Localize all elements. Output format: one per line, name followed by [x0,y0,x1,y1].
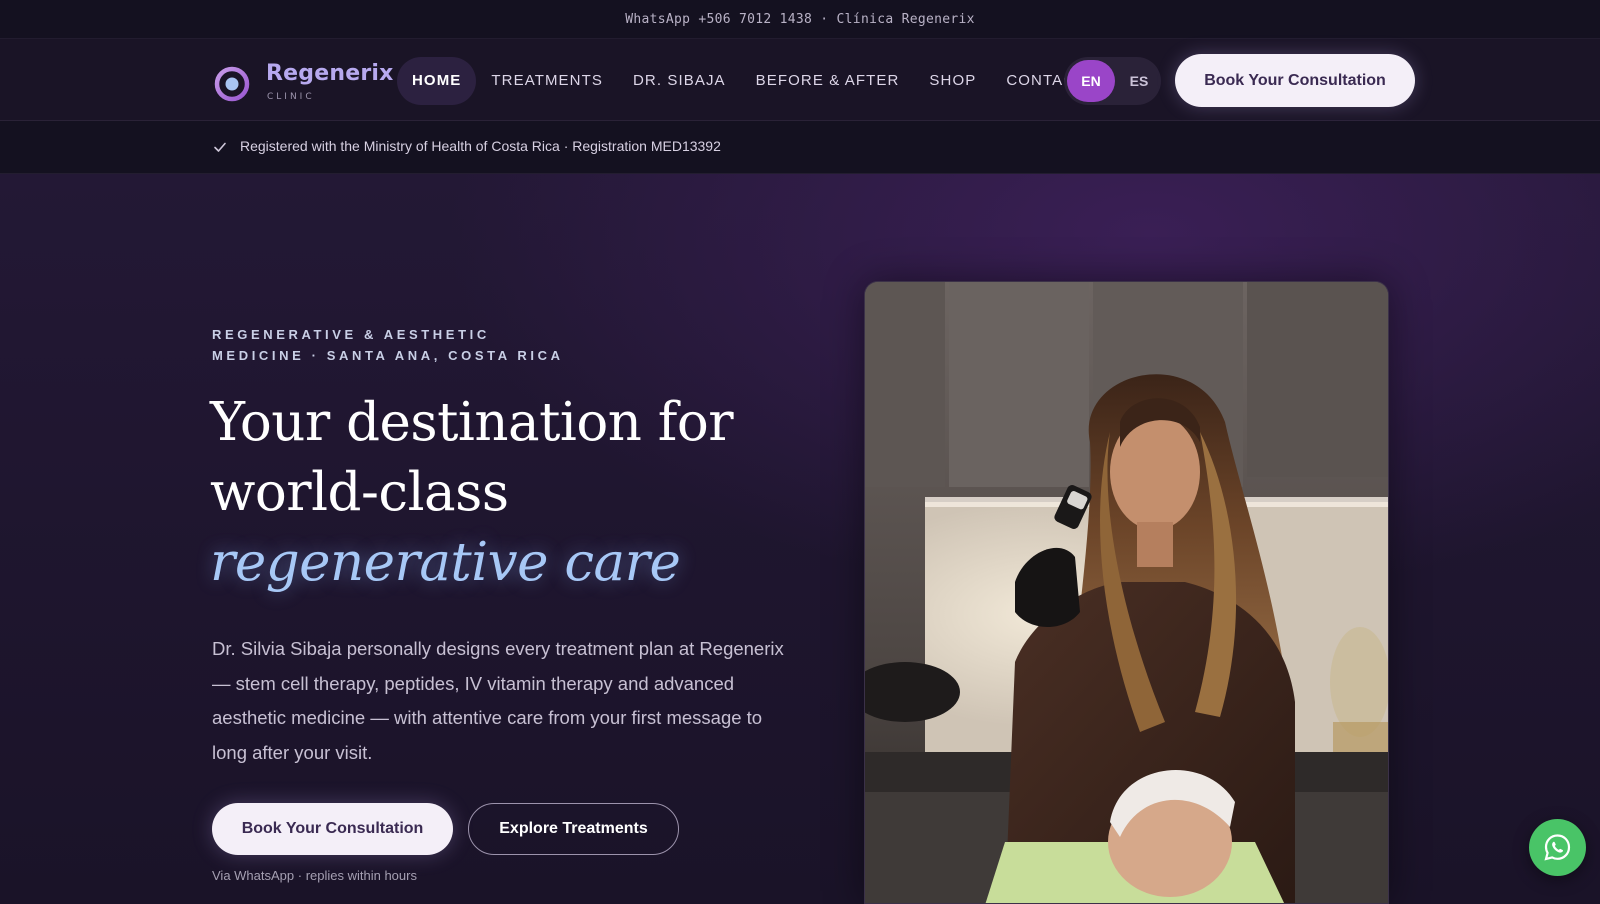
topbar-contact-text[interactable]: WhatsApp +506 7012 1438 · Clínica Regene… [625,12,974,27]
nav-item-before-after[interactable]: BEFORE & AFTER [741,57,915,105]
doctor-with-patient-image [865,282,1388,903]
brand-name: Regenerix [266,61,394,86]
brand-logo[interactable]: Regenerix CLINIC [213,61,393,103]
hero-headline-emphasis: regenerative care [210,532,681,593]
hero-photo [864,281,1389,904]
hero-headline: Your destination for world-class regener… [210,388,830,598]
registration-text: Registered with the Ministry of Health o… [240,138,721,154]
hero-headline-text: Your destination for world-class [210,392,734,523]
lang-en-button[interactable]: EN [1067,60,1115,102]
nav-item-dr-sibaja[interactable]: DR. SIBAJA [618,57,741,105]
topbar: WhatsApp +506 7012 1438 · Clínica Regene… [0,0,1600,39]
lang-es-button[interactable]: ES [1121,60,1157,102]
nav-item-shop[interactable]: SHOP [914,57,991,105]
nav-item-treatments[interactable]: TREATMENTS [476,57,618,105]
registration-bar: Registered with the Ministry of Health o… [0,121,1600,174]
whatsapp-icon [1544,834,1571,861]
hero-explore-treatments-button[interactable]: Explore Treatments [468,803,679,855]
hero-section: REGENERATIVE & AESTHETIC MEDICINE · SANT… [0,174,1600,904]
hero-eyebrow-line1: REGENERATIVE & AESTHETIC [212,327,490,342]
brand-subtitle: CLINIC [267,92,315,102]
nav-links: HOME TREATMENTS DR. SIBAJA BEFORE & AFTE… [397,57,1100,105]
hero-cta-note: Via WhatsApp · replies within hours [212,868,417,883]
language-switcher: EN ES [1064,57,1161,105]
main-nav: Regenerix CLINIC HOME TREATMENTS DR. SIB… [0,39,1600,121]
hero-lead-paragraph: Dr. Silvia Sibaja personally designs eve… [212,638,784,763]
whatsapp-float-button[interactable] [1529,819,1586,876]
nav-book-consultation-button[interactable]: Book Your Consultation [1175,54,1415,107]
hero-book-consultation-button[interactable]: Book Your Consultation [212,803,453,855]
hero-eyebrow-line2: MEDICINE · SANTA ANA, COSTA RICA [212,348,564,363]
hero-eyebrow: REGENERATIVE & AESTHETIC MEDICINE · SANT… [212,324,612,366]
check-icon [214,142,226,152]
ring-dot-icon [214,66,250,102]
nav-item-home[interactable]: HOME [397,57,477,105]
